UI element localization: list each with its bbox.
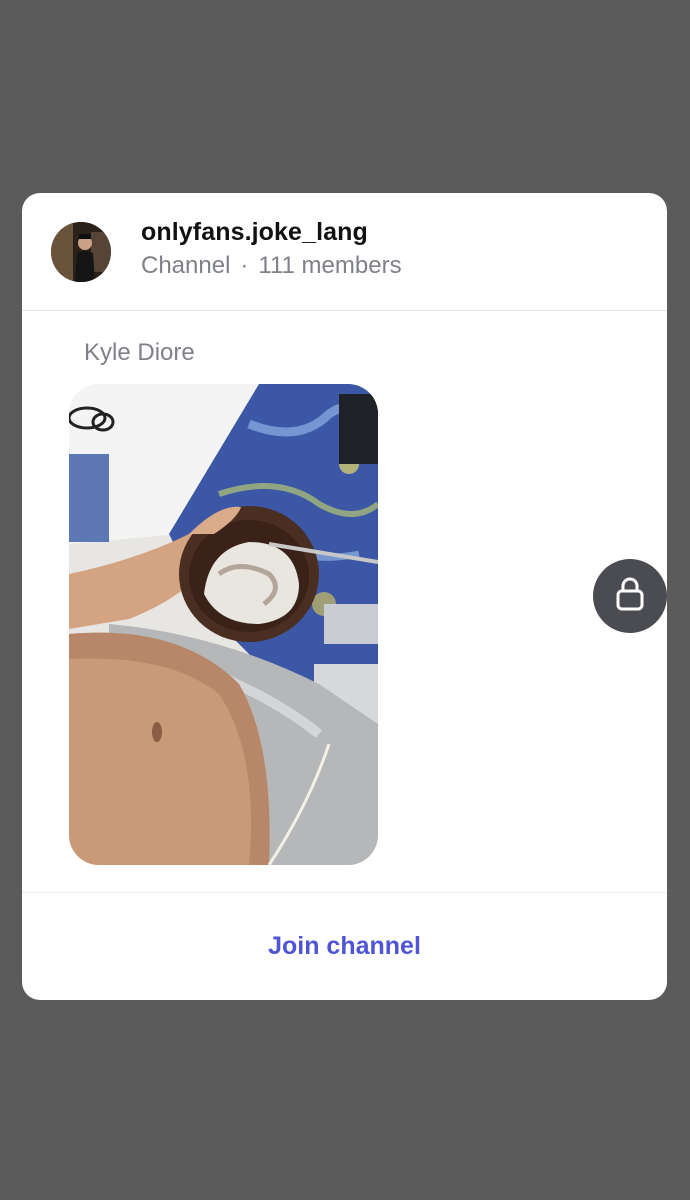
channel-meta: Channel · 111 members xyxy=(141,252,402,280)
channel-preview-card: onlyfans.joke_lang Channel · 111 members K… xyxy=(22,193,667,1000)
channel-type: Channel xyxy=(141,252,231,279)
member-count: 111 members xyxy=(258,252,402,279)
join-channel-button[interactable]: Join channel xyxy=(22,893,667,1000)
channel-name: onlyfans.joke_lang xyxy=(141,218,368,246)
meta-separator: · xyxy=(240,252,249,279)
avatar-image xyxy=(51,222,111,282)
lock-button[interactable] xyxy=(593,559,667,633)
lock-icon xyxy=(615,576,645,617)
message-sender: Kyle Diore xyxy=(84,339,195,366)
channel-header: onlyfans.joke_lang Channel · 111 members xyxy=(22,193,667,311)
photo-illustration xyxy=(69,384,378,865)
avatar[interactable] xyxy=(51,222,111,282)
message-photo[interactable] xyxy=(69,384,378,865)
